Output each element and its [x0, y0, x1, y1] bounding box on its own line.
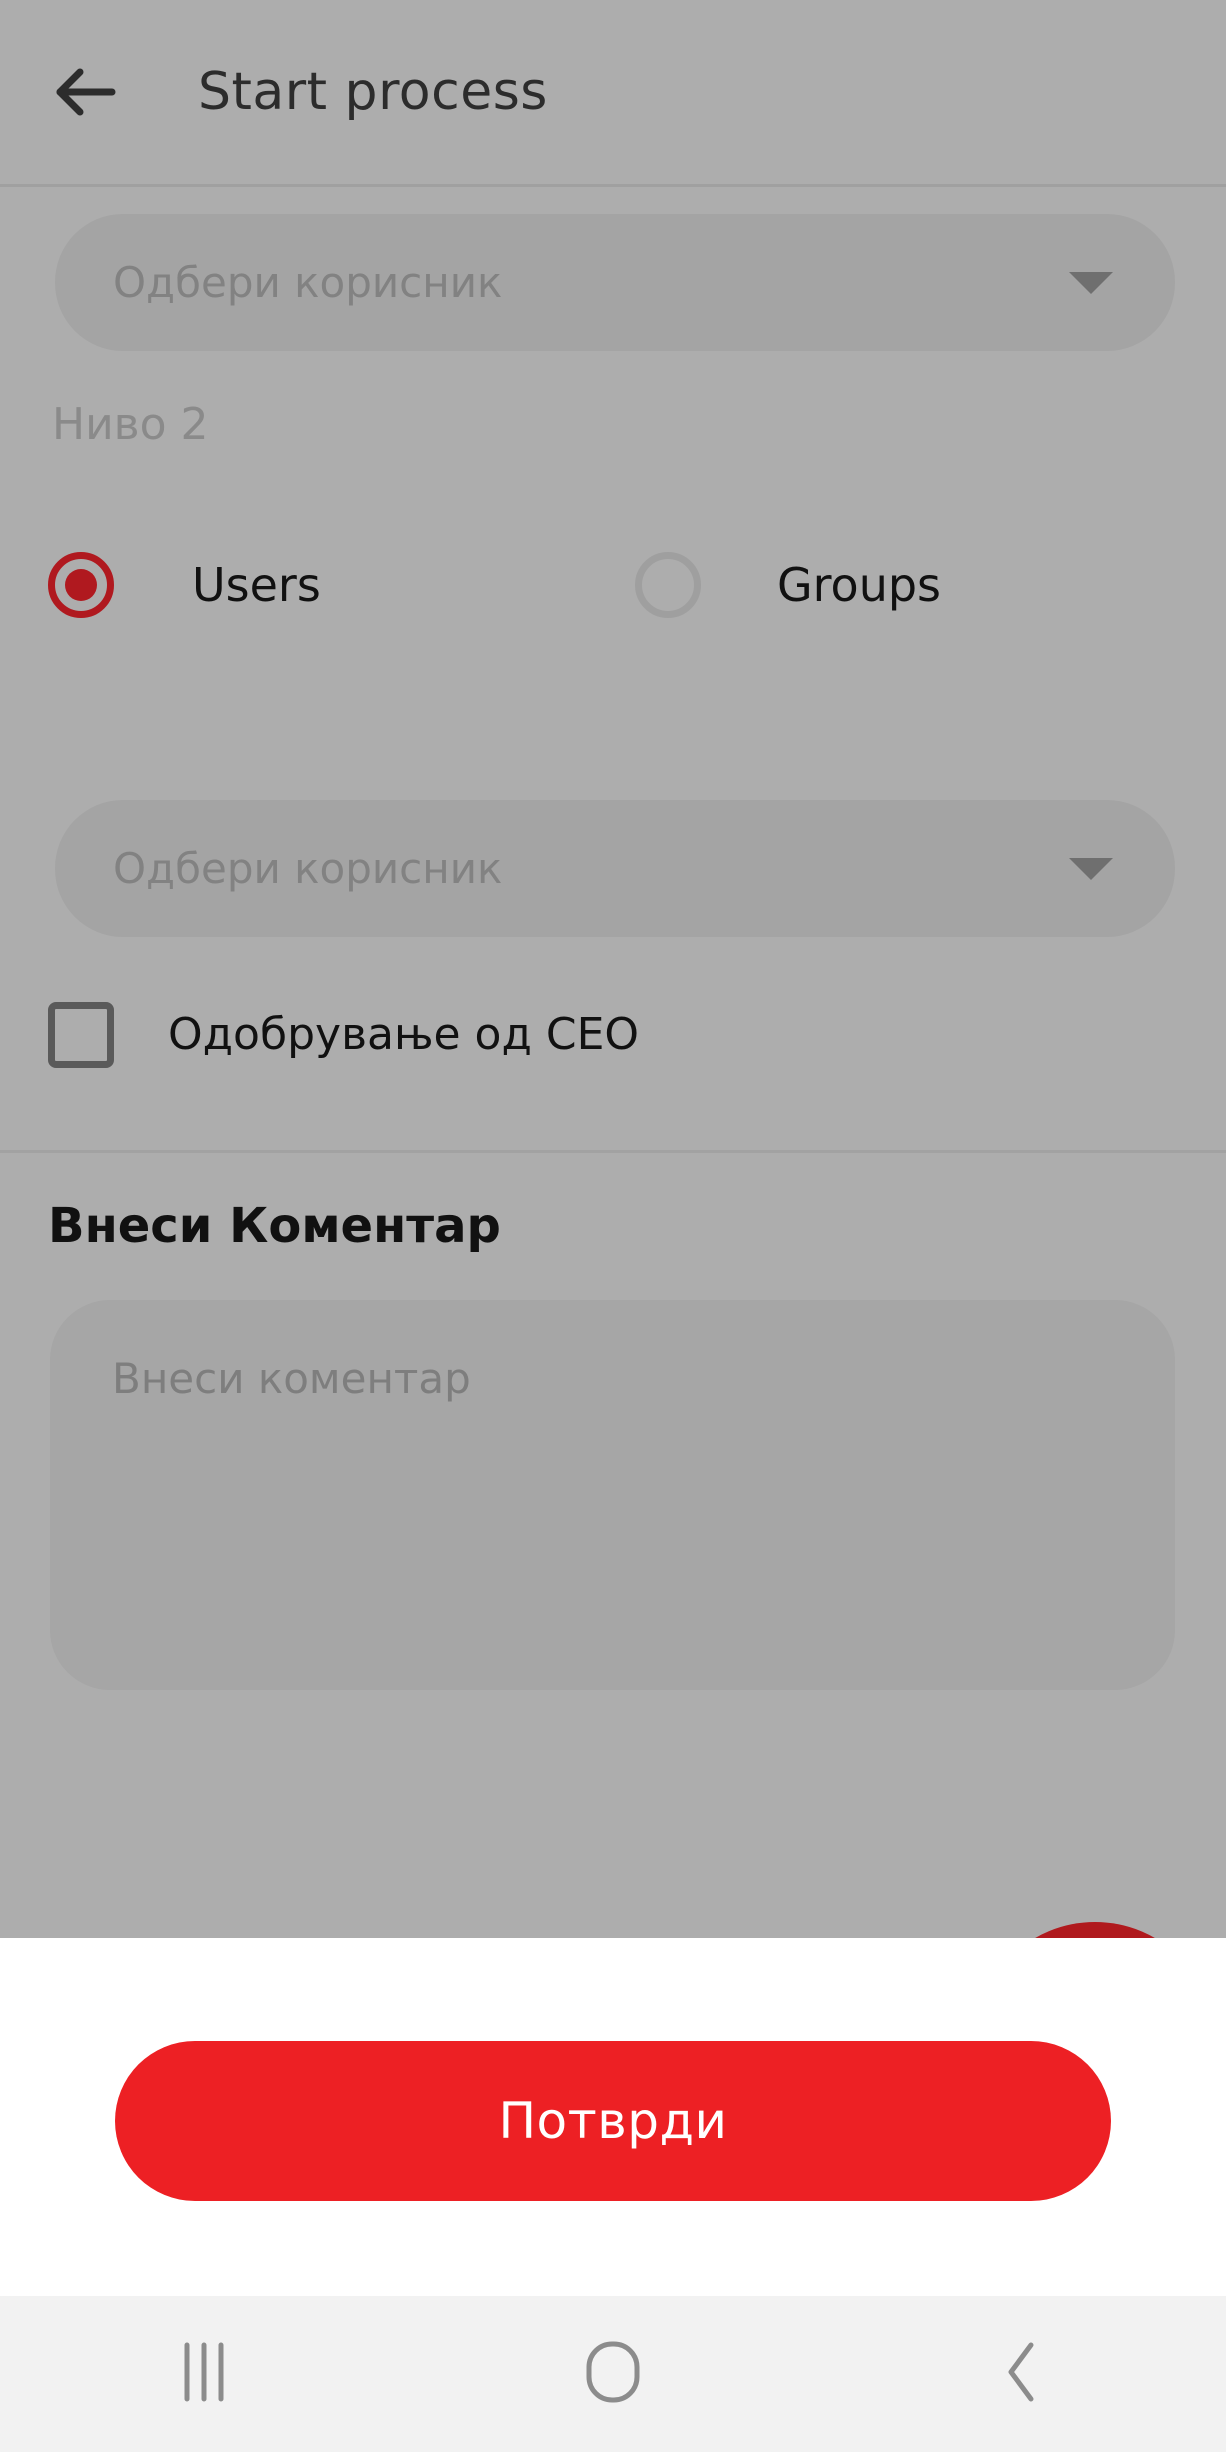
arrow-left-icon — [54, 64, 118, 120]
select-user-dropdown-2[interactable]: Одбери корисник — [55, 800, 1175, 937]
app-screen-scrimmed: Start process Одбери корисник Ниво 2 Use… — [0, 0, 1226, 1938]
app-header: Start process — [0, 0, 1226, 184]
next-fab-button[interactable] — [975, 1922, 1215, 1938]
recents-icon — [177, 2341, 231, 2407]
radio-option-groups[interactable]: Groups — [635, 552, 941, 618]
radio-option-users[interactable]: Users — [48, 552, 321, 618]
dropdown-2-placeholder: Одбери корисник — [113, 843, 503, 893]
comment-textarea[interactable]: Внеси коментар — [50, 1300, 1175, 1690]
form-area: Одбери корисник Ниво 2 Users Groups Одбе… — [0, 187, 1226, 1938]
radio-label-groups: Groups — [777, 558, 942, 612]
comment-section-divider — [0, 1150, 1226, 1153]
android-nav-bar — [0, 2296, 1226, 2452]
page-title: Start process — [198, 62, 548, 122]
radio-selected-icon — [48, 552, 114, 618]
radio-group-level-2: Users Groups — [0, 552, 1226, 662]
nav-recents-button[interactable] — [0, 2296, 409, 2452]
select-user-dropdown-1[interactable]: Одбери корисник — [55, 214, 1175, 351]
back-button[interactable] — [32, 38, 140, 146]
comment-placeholder: Внеси коментар — [112, 1354, 471, 1403]
nav-back-button[interactable] — [817, 2296, 1226, 2452]
comment-heading: Внеси Коментар — [48, 1198, 501, 1254]
radio-dot — [65, 569, 97, 601]
chevron-down-icon — [1069, 857, 1113, 880]
radio-label-users: Users — [192, 558, 321, 612]
dropdown-1-placeholder: Одбери корисник — [113, 257, 503, 307]
home-icon — [584, 2340, 642, 2408]
chevron-down-icon — [1069, 271, 1113, 294]
confirm-button[interactable]: Потврди — [115, 2041, 1111, 2201]
back-chevron-icon — [1000, 2340, 1044, 2408]
nav-home-button[interactable] — [409, 2296, 818, 2452]
checkbox-label: Одобрување од CEO — [168, 1009, 640, 1060]
level-label: Ниво 2 — [52, 399, 209, 450]
checkbox-unchecked-icon — [48, 1002, 114, 1068]
bottom-action-panel: Потврди — [0, 1938, 1226, 2296]
checkbox-ceo-approval[interactable]: Одобрување од CEO — [48, 1002, 639, 1068]
radio-unselected-icon — [635, 552, 701, 618]
